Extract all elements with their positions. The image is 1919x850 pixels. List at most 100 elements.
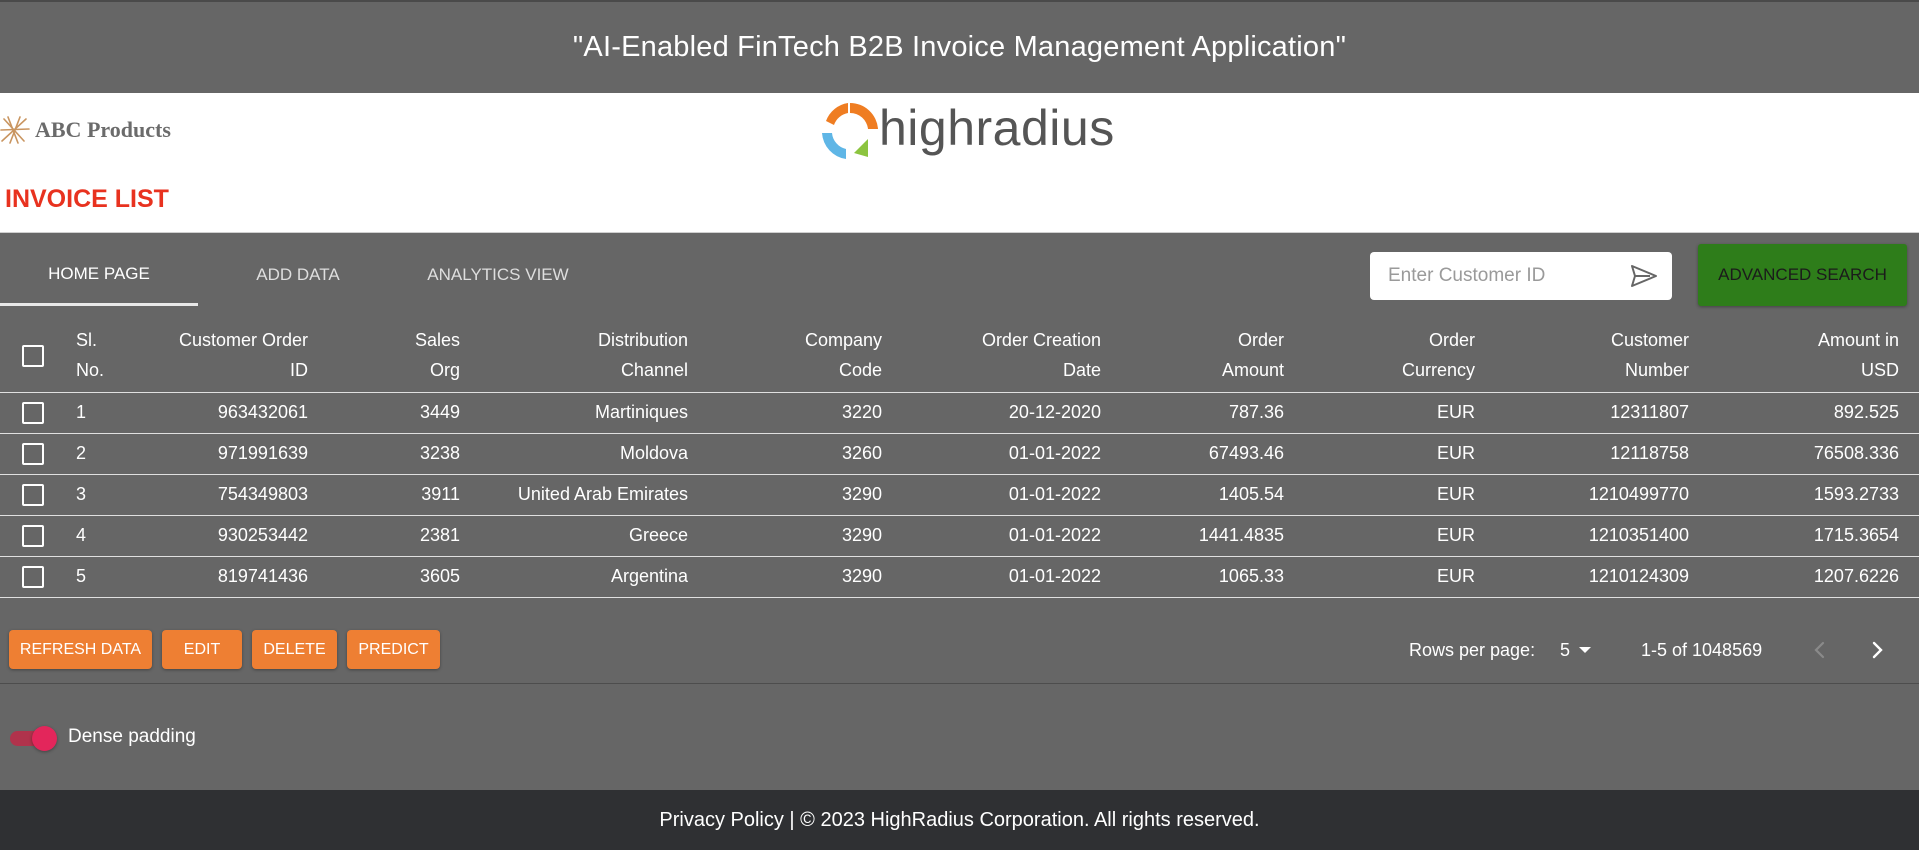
cell-sl-no: 5 bbox=[60, 556, 160, 598]
cell-customer-number: 1210351400 bbox=[1495, 515, 1709, 557]
cell-order-creation-date: 01-01-2022 bbox=[902, 433, 1121, 475]
select-all-cell bbox=[0, 318, 60, 393]
abc-logo-icon bbox=[0, 116, 30, 144]
col-customer-number[interactable]: Customer Number bbox=[1495, 318, 1709, 393]
cell-distribution-channel: Martiniques bbox=[480, 392, 708, 434]
row-select-cell bbox=[0, 556, 60, 598]
edit-button[interactable]: EDIT bbox=[162, 630, 242, 669]
chevron-left-icon[interactable] bbox=[1805, 635, 1835, 665]
table-row[interactable]: 4 930253442 2381 Greece 3290 01-01-2022 … bbox=[0, 515, 1919, 557]
cell-order-currency: EUR bbox=[1304, 474, 1495, 516]
table-row[interactable]: 1 963432061 3449 Martiniques 3220 20-12-… bbox=[0, 392, 1919, 434]
cell-order-amount: 1405.54 bbox=[1121, 474, 1304, 516]
cell-order-amount: 1441.4835 bbox=[1121, 515, 1304, 557]
table-header-row: Sl. No. Customer Order ID Sales Org Distrib… bbox=[0, 318, 1919, 393]
table-row[interactable]: 3 754349803 3911 United Arab Emirates 32… bbox=[0, 474, 1919, 516]
cell-sl-no: 3 bbox=[60, 474, 160, 516]
tab-analytics-view[interactable]: ANALYTICS VIEW bbox=[398, 244, 598, 306]
cell-customer-number: 12311807 bbox=[1495, 392, 1709, 434]
cell-order-currency: EUR bbox=[1304, 433, 1495, 475]
refresh-data-button[interactable]: REFRESH DATA bbox=[9, 630, 152, 669]
row-checkbox[interactable] bbox=[22, 524, 44, 547]
tab-add-data[interactable]: ADD DATA bbox=[198, 244, 398, 306]
advanced-search-button[interactable]: ADVANCED SEARCH bbox=[1698, 244, 1907, 306]
cell-order-amount: 787.36 bbox=[1121, 392, 1304, 434]
footer: Privacy Policy | © 2023 HighRadius Corpo… bbox=[0, 790, 1919, 850]
cell-sl-no: 2 bbox=[60, 433, 160, 475]
cell-customer-order-id: 963432061 bbox=[160, 392, 328, 434]
send-icon[interactable] bbox=[1630, 264, 1658, 288]
cell-company-code: 3220 bbox=[708, 392, 902, 434]
predict-button[interactable]: PREDICT bbox=[347, 630, 440, 669]
cell-company-code: 3290 bbox=[708, 556, 902, 598]
cell-order-currency: EUR bbox=[1304, 392, 1495, 434]
row-checkbox[interactable] bbox=[22, 442, 44, 465]
table-row[interactable]: 2 971991639 3238 Moldova 3260 01-01-2022… bbox=[0, 433, 1919, 475]
app-title: "AI-Enabled FinTech B2B Invoice Manageme… bbox=[572, 31, 1347, 63]
cell-amount-usd: 1593.2733 bbox=[1709, 474, 1919, 516]
col-sales-org[interactable]: Sales Org bbox=[328, 318, 480, 393]
cell-order-currency: EUR bbox=[1304, 515, 1495, 557]
app-header: "AI-Enabled FinTech B2B Invoice Manageme… bbox=[0, 0, 1919, 93]
cell-customer-order-id: 819741436 bbox=[160, 556, 328, 598]
tab-home-page[interactable]: HOME PAGE bbox=[0, 244, 198, 306]
chevron-right-icon[interactable] bbox=[1862, 635, 1892, 665]
col-amount-usd[interactable]: Amount in USD bbox=[1709, 318, 1919, 393]
company-name: ABC Products bbox=[35, 117, 171, 142]
col-order-currency[interactable]: Order Currency bbox=[1304, 318, 1495, 393]
cell-order-creation-date: 20-12-2020 bbox=[902, 392, 1121, 434]
cell-distribution-channel: Moldova bbox=[480, 433, 708, 475]
delete-button[interactable]: DELETE bbox=[252, 630, 337, 669]
col-company-code[interactable]: Company Code bbox=[708, 318, 902, 393]
invoice-table: Sl. No. Customer Order ID Sales Org Distrib… bbox=[0, 318, 1919, 598]
col-customer-order-id[interactable]: Customer Order ID bbox=[160, 318, 328, 393]
cell-company-code: 3290 bbox=[708, 474, 902, 516]
cell-sales-org: 2381 bbox=[328, 515, 480, 557]
cell-customer-order-id: 971991639 bbox=[160, 433, 328, 475]
col-order-amount[interactable]: Order Amount bbox=[1121, 318, 1304, 393]
cell-amount-usd: 76508.336 bbox=[1709, 433, 1919, 475]
cell-customer-number: 1210499770 bbox=[1495, 474, 1709, 516]
cell-sales-org: 3238 bbox=[328, 433, 480, 475]
cell-distribution-channel: Greece bbox=[480, 515, 708, 557]
col-order-creation-date[interactable]: Order Creation Date bbox=[902, 318, 1121, 393]
row-checkbox[interactable] bbox=[22, 565, 44, 588]
row-checkbox[interactable] bbox=[22, 401, 44, 424]
col-sl-no[interactable]: Sl. No. bbox=[60, 318, 160, 393]
table-actions-bar: REFRESH DATA EDIT DELETE PREDICT Rows pe… bbox=[0, 610, 1919, 684]
dense-padding-toggle[interactable] bbox=[10, 723, 58, 753]
cell-company-code: 3260 bbox=[708, 433, 902, 475]
table-row[interactable]: 5 819741436 3605 Argentina 3290 01-01-20… bbox=[0, 556, 1919, 598]
brand-band: ABC Products highradius INVOICE LIST bbox=[0, 93, 1919, 233]
highradius-wordmark: highradius bbox=[879, 100, 1115, 156]
row-select-cell bbox=[0, 392, 60, 434]
cell-amount-usd: 1715.3654 bbox=[1709, 515, 1919, 557]
rows-per-page-select[interactable]: 5 bbox=[1560, 631, 1592, 669]
row-select-cell bbox=[0, 474, 60, 516]
row-checkbox[interactable] bbox=[22, 483, 44, 506]
toggle-thumb bbox=[32, 726, 57, 751]
cell-distribution-channel: United Arab Emirates bbox=[480, 474, 708, 516]
rows-per-page-label: Rows per page: bbox=[1409, 640, 1536, 660]
tab-bar: HOME PAGE ADD DATA ANALYTICS VIEW bbox=[0, 244, 598, 306]
cell-order-amount: 67493.46 bbox=[1121, 433, 1304, 475]
cell-customer-number: 1210124309 bbox=[1495, 556, 1709, 598]
row-select-cell bbox=[0, 515, 60, 557]
highradius-logo: highradius bbox=[818, 99, 1115, 163]
cell-company-code: 3290 bbox=[708, 515, 902, 557]
pagination-range: 1-5 of 1048569 bbox=[1641, 640, 1763, 660]
select-all-checkbox[interactable] bbox=[22, 345, 44, 367]
cell-distribution-channel: Argentina bbox=[480, 556, 708, 598]
row-select-cell bbox=[0, 433, 60, 475]
customer-search bbox=[1370, 252, 1672, 300]
cell-amount-usd: 1207.6226 bbox=[1709, 556, 1919, 598]
cell-customer-number: 12118758 bbox=[1495, 433, 1709, 475]
cell-order-amount: 1065.33 bbox=[1121, 556, 1304, 598]
cell-order-creation-date: 01-01-2022 bbox=[902, 556, 1121, 598]
cell-order-creation-date: 01-01-2022 bbox=[902, 474, 1121, 516]
cell-customer-order-id: 754349803 bbox=[160, 474, 328, 516]
customer-id-input[interactable] bbox=[1388, 265, 1618, 287]
col-distribution-channel[interactable]: Distribution Channel bbox=[480, 318, 708, 393]
cell-amount-usd: 892.525 bbox=[1709, 392, 1919, 434]
footer-text: Privacy Policy | © 2023 HighRadius Corpo… bbox=[659, 808, 1260, 831]
